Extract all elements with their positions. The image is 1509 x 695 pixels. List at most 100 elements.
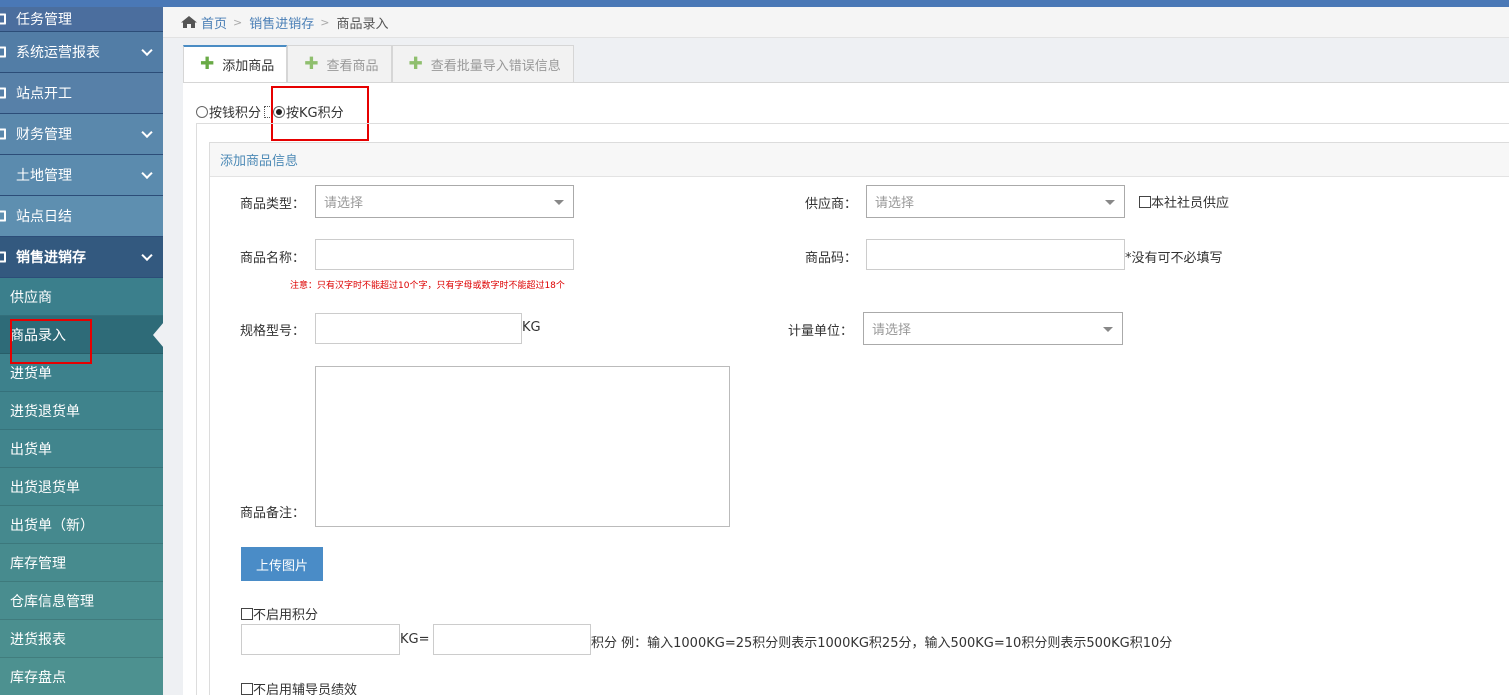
disable-points-checkbox[interactable] bbox=[241, 608, 253, 620]
disable-points-option[interactable]: 不启用积分 bbox=[241, 604, 318, 623]
product-info-section: 添加商品信息 商品类型： 请选择 供应商： 请选择 本社社员供应 商品名称： 注… bbox=[209, 142, 1509, 695]
breadcrumb-parent[interactable]: 销售进销存 bbox=[249, 13, 314, 32]
home-icon bbox=[180, 15, 198, 29]
chevron-down-icon bbox=[141, 44, 153, 57]
kg-equals-label: KG= bbox=[400, 632, 430, 647]
sidebar-subitem-label: 进货退货单 bbox=[10, 403, 80, 420]
sidebar-subitem-shipment[interactable]: 出货单 bbox=[0, 430, 163, 468]
points-example-text: 积分 例：输入1000KG=25积分则表示1000KG积25分，输入500KG=… bbox=[591, 636, 1173, 651]
breadcrumb-home[interactable]: 首页 bbox=[201, 13, 227, 32]
finance-icon bbox=[0, 128, 6, 140]
sidebar-subitem-shipment-new[interactable]: 出货单（新） bbox=[0, 506, 163, 544]
sidebar-subitem-stock[interactable]: 库存管理 bbox=[0, 544, 163, 582]
plus-icon: ✚ bbox=[304, 53, 319, 74]
sidebar-subitem-warehouse[interactable]: 仓库信息管理 bbox=[0, 582, 163, 620]
sidebar-subitem-label: 库存盘点 bbox=[10, 669, 66, 686]
product-type-select[interactable]: 请选择 bbox=[315, 185, 574, 218]
caret-down-icon bbox=[554, 200, 564, 205]
sidebar-item-label: 站点日结 bbox=[16, 209, 72, 225]
tab-label: 添加商品 bbox=[222, 59, 275, 74]
tab-label: 查看商品 bbox=[326, 58, 379, 74]
sidebar-subitem-label: 仓库信息管理 bbox=[10, 593, 94, 610]
tab-bar: ✚ 添加商品 ✚ 查看商品 ✚ 查看批量导入错误信息 bbox=[183, 45, 574, 82]
supplier-select[interactable]: 请选择 bbox=[866, 185, 1125, 218]
caret-down-icon bbox=[1105, 200, 1115, 205]
annotation-highlight-box bbox=[10, 319, 92, 364]
breadcrumb: 首页 > 销售进销存 > 商品录入 bbox=[163, 7, 1509, 38]
product-code-label: 商品码： bbox=[805, 251, 858, 266]
sidebar-item-label: 站点开工 bbox=[16, 86, 72, 102]
tab-import-errors[interactable]: ✚ 查看批量导入错误信息 bbox=[391, 45, 574, 82]
member-supply-checkbox[interactable] bbox=[1139, 196, 1151, 208]
sidebar-item-label: 系统运营报表 bbox=[16, 45, 100, 61]
supplier-label: 供应商： bbox=[805, 197, 858, 212]
radio-by-money[interactable] bbox=[196, 105, 208, 118]
product-name-note: 注意：只有汉字时不能超过10个字，只有字母或数字时不能超过18个 bbox=[290, 281, 565, 291]
disable-tutor-option[interactable]: 不启用辅导员绩效 bbox=[241, 679, 357, 695]
sidebar-subitem-label: 出货退货单 bbox=[10, 479, 80, 496]
top-accent-bar bbox=[0, 0, 1509, 7]
sidebar-item-ops-report[interactable]: 系统运营报表 bbox=[0, 32, 163, 73]
sidebar-item-label: 财务管理 bbox=[16, 127, 72, 143]
sidebar-item-task[interactable]: 任务管理 bbox=[0, 7, 163, 32]
sidebar-subitem-purchase-report[interactable]: 进货报表 bbox=[0, 620, 163, 658]
sidebar-subitem-supplier[interactable]: 供应商 bbox=[0, 278, 163, 316]
remark-label: 商品备注： bbox=[240, 506, 306, 521]
main-content: ✚ 添加商品 ✚ 查看商品 ✚ 查看批量导入错误信息 按钱积分 按KG积分 添加… bbox=[183, 45, 1509, 695]
product-name-input[interactable] bbox=[315, 239, 574, 270]
sidebar-subitem-label: 库存管理 bbox=[10, 555, 66, 572]
tab-label: 查看批量导入错误信息 bbox=[430, 58, 561, 74]
supplier-placeholder: 请选择 bbox=[875, 196, 915, 211]
spec-input[interactable] bbox=[315, 313, 522, 344]
spec-label: 规格型号： bbox=[240, 324, 306, 339]
sidebar-item-sales-inventory[interactable]: 销售进销存 bbox=[0, 237, 163, 278]
chevron-down-icon bbox=[141, 249, 153, 262]
sidebar-item-label: 任务管理 bbox=[16, 12, 72, 28]
sidebar-subitem-label: 出货单（新） bbox=[10, 517, 94, 534]
radio-by-money-label: 按钱积分 bbox=[209, 106, 262, 121]
product-code-input[interactable] bbox=[866, 239, 1125, 270]
home-icon bbox=[0, 251, 6, 263]
active-caret-icon bbox=[153, 321, 163, 348]
breadcrumb-separator-icon: > bbox=[233, 15, 243, 29]
member-supply-option[interactable]: 本社社员供应 bbox=[1139, 192, 1229, 211]
sidebar-subitem-shipment-return[interactable]: 出货退货单 bbox=[0, 468, 163, 506]
product-code-hint: *没有可不必填写 bbox=[1125, 251, 1223, 266]
report-icon bbox=[0, 46, 6, 58]
points-value-input[interactable] bbox=[433, 624, 591, 655]
product-name-label: 商品名称： bbox=[240, 251, 306, 266]
product-type-placeholder: 请选择 bbox=[324, 196, 364, 211]
sidebar-subitem-stocktake[interactable]: 库存盘点 bbox=[0, 658, 163, 695]
tab-view-products[interactable]: ✚ 查看商品 bbox=[287, 45, 392, 82]
upload-image-button[interactable]: 上传图片 bbox=[241, 547, 323, 581]
measure-unit-select[interactable]: 请选择 bbox=[863, 312, 1123, 345]
tab-panel: 按钱积分 按KG积分 添加商品信息 商品类型： 请选择 供应商： 请选择 本社社… bbox=[183, 82, 1509, 695]
member-supply-label: 本社社员供应 bbox=[1151, 196, 1230, 211]
product-type-label: 商品类型： bbox=[240, 197, 306, 212]
measure-unit-placeholder: 请选择 bbox=[872, 323, 912, 338]
measure-unit-label: 计量单位： bbox=[788, 324, 854, 339]
plus-icon: ✚ bbox=[200, 54, 215, 74]
sidebar-subitem-purchase-return[interactable]: 进货退货单 bbox=[0, 392, 163, 430]
spec-unit: KG bbox=[522, 320, 541, 335]
remark-textarea[interactable] bbox=[315, 366, 730, 527]
tab-add-product[interactable]: ✚ 添加商品 bbox=[183, 45, 288, 82]
chevron-down-icon bbox=[141, 126, 153, 139]
plus-icon: ✚ bbox=[408, 53, 423, 74]
sidebar-item-land[interactable]: 土地管理 bbox=[0, 155, 163, 196]
disable-points-label: 不启用积分 bbox=[253, 608, 319, 623]
sidebar-item-site-start[interactable]: 站点开工 bbox=[0, 73, 163, 114]
sidebar-subitem-label: 进货报表 bbox=[10, 631, 66, 648]
breadcrumb-separator-icon: > bbox=[320, 15, 330, 29]
sidebar-subitem-label: 出货单 bbox=[10, 441, 52, 458]
section-title: 添加商品信息 bbox=[210, 143, 1509, 177]
calendar-icon bbox=[0, 210, 6, 222]
form-container: 添加商品信息 商品类型： 请选择 供应商： 请选择 本社社员供应 商品名称： 注… bbox=[196, 123, 1509, 695]
disable-tutor-checkbox[interactable] bbox=[241, 683, 253, 695]
sidebar-item-finance[interactable]: 财务管理 bbox=[0, 114, 163, 155]
calendar-icon bbox=[0, 87, 6, 99]
task-icon bbox=[0, 13, 6, 25]
sidebar-item-daily-close[interactable]: 站点日结 bbox=[0, 196, 163, 237]
points-kg-input[interactable] bbox=[241, 624, 400, 655]
breadcrumb-current: 商品录入 bbox=[336, 16, 389, 32]
